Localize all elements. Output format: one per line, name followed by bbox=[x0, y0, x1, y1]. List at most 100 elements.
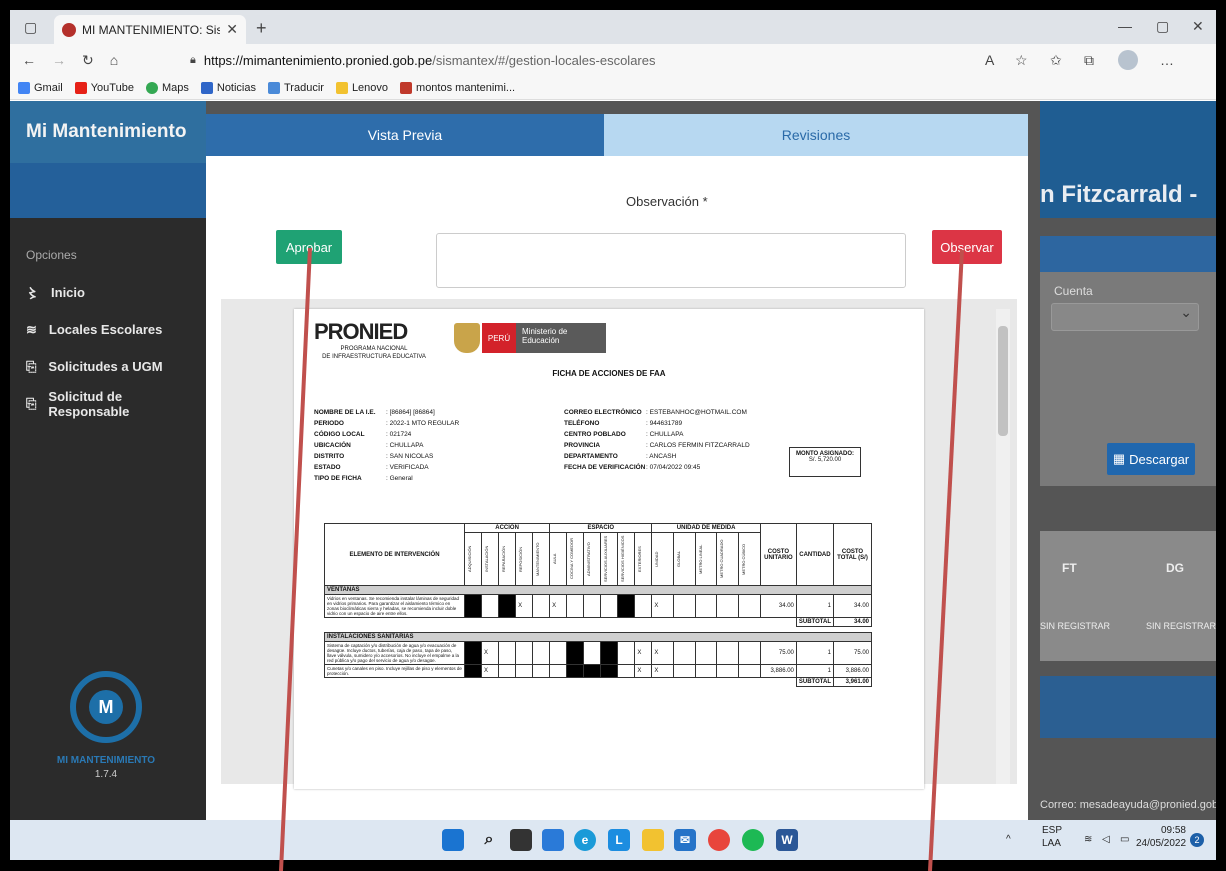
field-key: TELÉFONO bbox=[564, 420, 600, 427]
section-header: INSTALACIONES SANITARIAS bbox=[324, 632, 872, 642]
taskbar: ⌕ e L ✉ W ^ ESP LAA ≋ ◁ ▭ 09:58 24/05/2022… bbox=[10, 820, 1216, 860]
subcol: EXTERIORES bbox=[634, 532, 653, 586]
ft-value: SIN REGISTRAR bbox=[1040, 621, 1111, 631]
field-row: UBICACIÓN: CHULLAPA bbox=[314, 440, 459, 451]
cuenta-select[interactable]: ⌄ bbox=[1051, 303, 1199, 331]
chrome-icon[interactable] bbox=[708, 829, 730, 851]
close-tab-icon[interactable]: ✕ bbox=[226, 21, 238, 38]
notification-badge[interactable]: 2 bbox=[1190, 833, 1204, 847]
close-window-icon[interactable]: ✕ bbox=[1192, 18, 1204, 35]
field-value: : 944631789 bbox=[646, 420, 683, 427]
col-dg: DG bbox=[1166, 561, 1184, 575]
bookmark-traducir[interactable]: Traducir bbox=[268, 81, 324, 94]
subcol: MANTENIMIENTO bbox=[532, 532, 551, 586]
lock-icon[interactable]: 🔒︎ bbox=[190, 54, 196, 67]
subcol: ADMINISTRATIVO bbox=[583, 532, 602, 586]
observation-textarea[interactable] bbox=[436, 233, 906, 288]
tab-vista-previa[interactable]: Vista Previa bbox=[206, 114, 604, 156]
news-icon bbox=[200, 81, 213, 94]
address-bar[interactable]: 🔒︎ https://mimantenimiento.pronied.gob.p… bbox=[190, 48, 955, 72]
subcol-label: METRO LINEAL bbox=[697, 544, 703, 574]
subtotal-value: 3,961.00 bbox=[833, 677, 872, 687]
subcol-label: REPOSICIÓN bbox=[518, 546, 524, 572]
favicon-icon bbox=[62, 22, 76, 37]
observe-button[interactable]: Observar bbox=[932, 230, 1002, 264]
subcol-label: GLOBAL bbox=[676, 551, 682, 568]
field-row: TIPO DE FICHA: General bbox=[314, 473, 459, 484]
subcol-label: AULA bbox=[552, 553, 558, 565]
sidebar-item-label: Inicio bbox=[51, 285, 85, 300]
tab-revisiones[interactable]: Revisiones bbox=[604, 114, 1028, 156]
peru-label: PERÚ bbox=[482, 323, 516, 353]
pdf-scroll-thumb[interactable] bbox=[998, 326, 1008, 436]
field-value: : [86864] [86864] bbox=[386, 409, 435, 416]
sidebar-item-responsable[interactable]: ⎘ Solicitud de Responsable bbox=[10, 385, 206, 422]
windows-start-icon[interactable] bbox=[442, 829, 464, 851]
subcol: METRO CÚBICO bbox=[738, 532, 761, 586]
bookmark-youtube[interactable]: YouTube bbox=[74, 81, 134, 94]
volume-icon[interactable]: ◁ bbox=[1102, 833, 1110, 846]
collections-icon[interactable]: ⧉ bbox=[1084, 52, 1094, 69]
bookmark-montos[interactable]: montos mantenimi... bbox=[400, 81, 515, 94]
new-tab-icon[interactable]: + bbox=[256, 18, 267, 39]
back-icon[interactable]: ← bbox=[22, 52, 36, 68]
tab-list-icon[interactable]: ▢ bbox=[24, 19, 37, 36]
field-row: CENTRO POBLADO: CHULLAPA bbox=[564, 429, 750, 440]
download-button[interactable]: ▦ Descargar bbox=[1107, 443, 1195, 475]
row-qty: 1 bbox=[795, 664, 835, 678]
home-icon[interactable]: ⌂ bbox=[110, 52, 118, 68]
maximize-icon[interactable]: ▢ bbox=[1156, 18, 1169, 35]
file-explorer-icon[interactable] bbox=[642, 829, 664, 851]
widgets-icon[interactable] bbox=[542, 829, 564, 851]
field-value: : SAN NICOLAS bbox=[386, 453, 434, 460]
mail-icon[interactable]: ✉ bbox=[674, 829, 696, 851]
tray-chevron-icon[interactable]: ^ bbox=[1006, 833, 1011, 846]
edge-icon[interactable]: e bbox=[574, 829, 596, 851]
sidebar-item-label: Locales Escolares bbox=[48, 322, 163, 337]
url-path: /sismantex/#/gestion-locales-escolares bbox=[432, 52, 656, 68]
minimize-icon[interactable]: — bbox=[1118, 18, 1132, 34]
field-key: ESTADO bbox=[314, 464, 341, 471]
col-elemento: ELEMENTO DE INTERVENCIÓN bbox=[324, 523, 465, 586]
subcol-label: INSTALACIÓN bbox=[484, 545, 490, 573]
bookmark-maps[interactable]: Maps bbox=[145, 81, 189, 94]
spotify-icon[interactable] bbox=[742, 829, 764, 851]
clock[interactable]: 09:58 24/05/2022 bbox=[1136, 824, 1186, 850]
maps-icon bbox=[145, 81, 158, 94]
pdf-icon bbox=[400, 81, 413, 94]
bookmark-lenovo[interactable]: Lenovo bbox=[335, 81, 388, 94]
read-aloud-icon[interactable]: A bbox=[985, 52, 994, 68]
browser-tab[interactable]: MI MANTENIMIENTO: Sistema d ✕ bbox=[54, 15, 246, 44]
battery-icon[interactable]: ▭ bbox=[1120, 833, 1129, 846]
field-row: NOMBRE DE LA I.E.: [86864] [86864] bbox=[314, 407, 459, 418]
more-icon[interactable]: … bbox=[1160, 52, 1174, 68]
modal-tabs: Vista Previa Revisiones bbox=[206, 114, 1028, 156]
profile-icon[interactable] bbox=[1118, 50, 1138, 70]
refresh-icon[interactable]: ↻ bbox=[82, 52, 94, 69]
field-row: DISTRITO: SAN NICOLAS bbox=[314, 451, 459, 462]
field-row: TELÉFONO : 944631789 bbox=[564, 418, 750, 429]
subcol: COCINA Y COMEDOR bbox=[566, 532, 585, 586]
wifi-icon[interactable]: ≋ bbox=[1084, 833, 1092, 846]
forward-icon[interactable]: → bbox=[52, 52, 66, 68]
sidebar-item-solicitudes[interactable]: ⎘ Solicitudes a UGM bbox=[10, 348, 206, 385]
bookmark-gmail[interactable]: Gmail bbox=[18, 81, 63, 94]
language-indicator[interactable]: ESP LAA bbox=[1042, 824, 1062, 850]
search-icon[interactable]: ⌕ bbox=[478, 829, 500, 851]
subcol: ADQUISICIÓN bbox=[463, 532, 483, 586]
lenovo-icon[interactable]: L bbox=[608, 829, 630, 851]
field-key: CORREO ELECTRÓNICO bbox=[564, 409, 642, 416]
bookmark-noticias[interactable]: Noticias bbox=[200, 81, 256, 94]
word-icon[interactable]: W bbox=[776, 829, 798, 851]
bookmark-label: Noticias bbox=[216, 81, 256, 94]
bookmark-label: Traducir bbox=[284, 81, 324, 94]
actions-table: ELEMENTO DE INTERVENCIÓN ACCIÓN ESPACIO … bbox=[324, 523, 872, 687]
favorite-icon[interactable]: ☆ bbox=[1015, 52, 1028, 69]
sidebar-item-locales[interactable]: ≋ Locales Escolares bbox=[10, 311, 206, 348]
task-view-icon[interactable] bbox=[510, 829, 532, 851]
approve-button[interactable]: Aprobar bbox=[276, 230, 342, 264]
youtube-icon bbox=[74, 81, 87, 94]
subcol: SERVICIOS HIGIÉNICOS bbox=[617, 532, 636, 586]
sidebar-item-inicio[interactable]: 〻 Inicio bbox=[10, 274, 206, 311]
favorites-icon[interactable]: ✩ bbox=[1050, 52, 1062, 69]
